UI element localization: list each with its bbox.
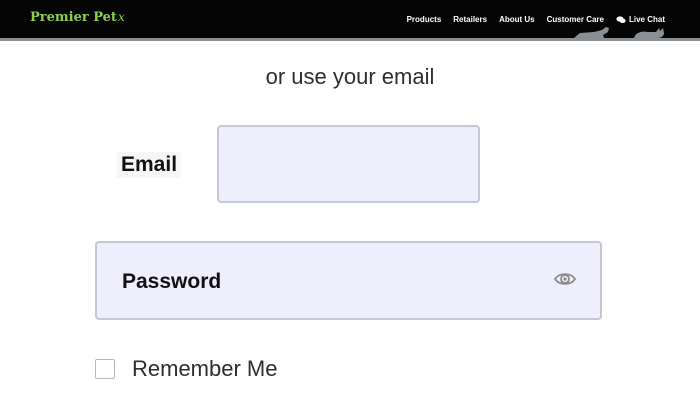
brand-name: Premier Pet [30, 10, 117, 25]
nav-live-chat[interactable]: Live Chat [616, 15, 665, 24]
remember-me-row: Remember Me [95, 356, 277, 382]
password-label: Password [122, 270, 222, 293]
site-header: Premier Petx Products Retailers About Us… [0, 0, 700, 41]
brand-mark: x [117, 10, 125, 24]
eye-icon[interactable] [553, 271, 577, 292]
chat-bubbles-icon [616, 15, 626, 24]
nav-retailers[interactable]: Retailers [453, 15, 487, 24]
main-nav: Products Retailers About Us Customer Car… [407, 15, 665, 24]
nav-products[interactable]: Products [407, 15, 442, 24]
email-label: Email [117, 152, 182, 178]
email-field[interactable] [217, 125, 480, 203]
remember-me-label[interactable]: Remember Me [132, 356, 277, 382]
remember-me-checkbox[interactable] [95, 359, 115, 379]
nav-about-us[interactable]: About Us [499, 15, 535, 24]
brand-logo[interactable]: Premier Petx [30, 10, 125, 25]
password-field-container[interactable]: Password [95, 241, 602, 320]
nav-customer-care[interactable]: Customer Care [547, 15, 604, 24]
dog-and-cat-silhouette-icon [572, 24, 672, 45]
password-field[interactable] [247, 263, 541, 301]
login-subtitle: or use your email [265, 64, 435, 89]
live-chat-label: Live Chat [628, 15, 665, 24]
